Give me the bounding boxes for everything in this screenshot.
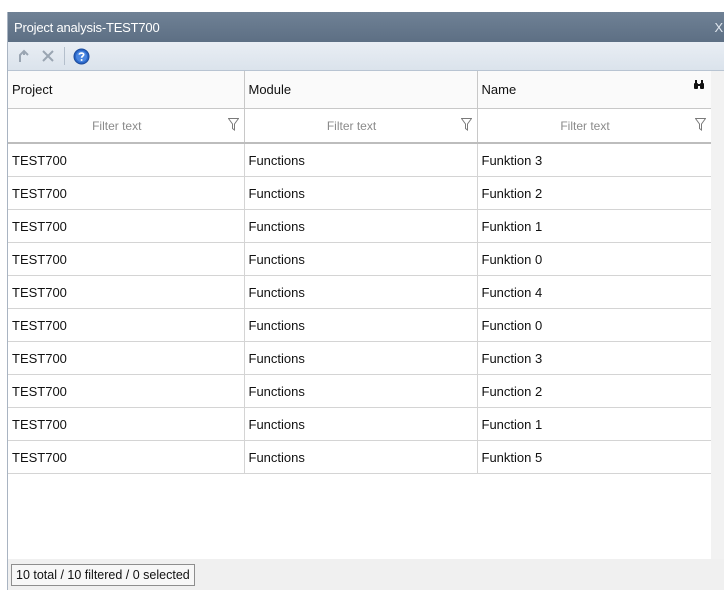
cell-project: TEST700 [8,209,245,243]
help-button[interactable] [72,47,90,65]
cell-name: Function 1 [477,407,712,441]
cell-name: Funktion 3 [477,143,712,177]
project-analysis-window: Project analysis-TEST700 X Project Modul… [7,12,724,590]
cell-project: TEST700 [8,308,245,342]
column-header-label: Module [248,82,292,97]
title-bar[interactable]: Project analysis-TEST700 X [8,12,724,42]
table-row[interactable]: TEST700 Functions Funktion 2 [8,176,712,210]
cell-module: Functions [244,407,478,441]
filter-cell-name [477,108,712,144]
cell-name: Function 2 [477,374,712,408]
toolbar-separator [64,47,65,65]
cell-name: Function 0 [477,308,712,342]
toolbar [8,42,724,71]
cell-name: Funktion 2 [477,176,712,210]
cell-module: Functions [244,176,478,210]
table-row[interactable]: TEST700 Functions Funktion 3 [8,143,712,177]
cell-name: Funktion 0 [477,242,712,276]
cell-name: Function 4 [477,275,712,309]
window-title: Project analysis-TEST700 [14,19,160,35]
cell-module: Functions [244,209,478,243]
results-grid: Project Module Name Filter text Filter t… [8,71,712,551]
filter-input-project[interactable] [8,109,244,142]
filter-input-name[interactable] [477,109,711,142]
cell-project: TEST700 [8,176,245,210]
cell-name: Function 3 [477,341,712,375]
filter-funnel-icon[interactable] [460,118,472,131]
cell-module: Functions [244,341,478,375]
header-row: Project Module Name [8,71,712,109]
cell-name: Funktion 1 [477,209,712,243]
delete-button[interactable] [39,47,57,65]
table-row[interactable]: TEST700 Functions Funktion 5 [8,440,712,474]
cell-module: Functions [244,242,478,276]
filter-funnel-icon[interactable] [227,118,239,131]
table-row[interactable]: TEST700 Functions Function 4 [8,275,712,309]
goto-icon [19,49,29,62]
table-row[interactable]: TEST700 Functions Function 2 [8,374,712,408]
binoculars-icon[interactable] [693,79,705,90]
help-icon [73,48,89,64]
results-table: Project Module Name Filter text Filter t… [8,71,712,474]
table-row[interactable]: TEST700 Functions Funktion 0 [8,242,712,276]
table-row[interactable]: TEST700 Functions Function 0 [8,308,712,342]
table-row[interactable]: TEST700 Functions Function 1 [8,407,712,441]
column-header-label: Project [12,82,53,97]
cell-project: TEST700 [8,374,245,408]
cell-module: Functions [244,374,478,408]
close-button[interactable]: X [709,20,724,35]
column-header-project[interactable]: Project [8,71,245,109]
column-header-module[interactable]: Module [244,71,478,109]
status-count-text: 10 total / 10 filtered / 0 selected [11,564,195,586]
cell-module: Functions [244,308,478,342]
cell-project: TEST700 [8,440,245,474]
table-row[interactable]: TEST700 Functions Function 3 [8,341,712,375]
cell-name: Funktion 5 [477,440,712,474]
filter-row [8,108,712,144]
cell-module: Functions [244,440,478,474]
cell-project: TEST700 [8,275,245,309]
cell-project: TEST700 [8,407,245,441]
cell-project: TEST700 [8,143,245,177]
cell-module: Functions [244,143,478,177]
status-bar: 10 total / 10 filtered / 0 selected [8,559,724,590]
delete-icon [42,50,54,62]
table-row[interactable]: TEST700 Functions Funktion 1 [8,209,712,243]
cell-project: TEST700 [8,242,245,276]
cell-project: TEST700 [8,341,245,375]
filter-input-module[interactable] [244,109,477,142]
column-header-name[interactable]: Name [477,71,712,109]
filter-cell-project [8,108,245,144]
cell-module: Functions [244,275,478,309]
filter-funnel-icon[interactable] [694,118,706,131]
column-header-label: Name [481,82,517,97]
goto-button[interactable] [15,47,33,65]
vertical-scrollbar[interactable] [711,71,724,559]
filter-cell-module [244,108,478,144]
